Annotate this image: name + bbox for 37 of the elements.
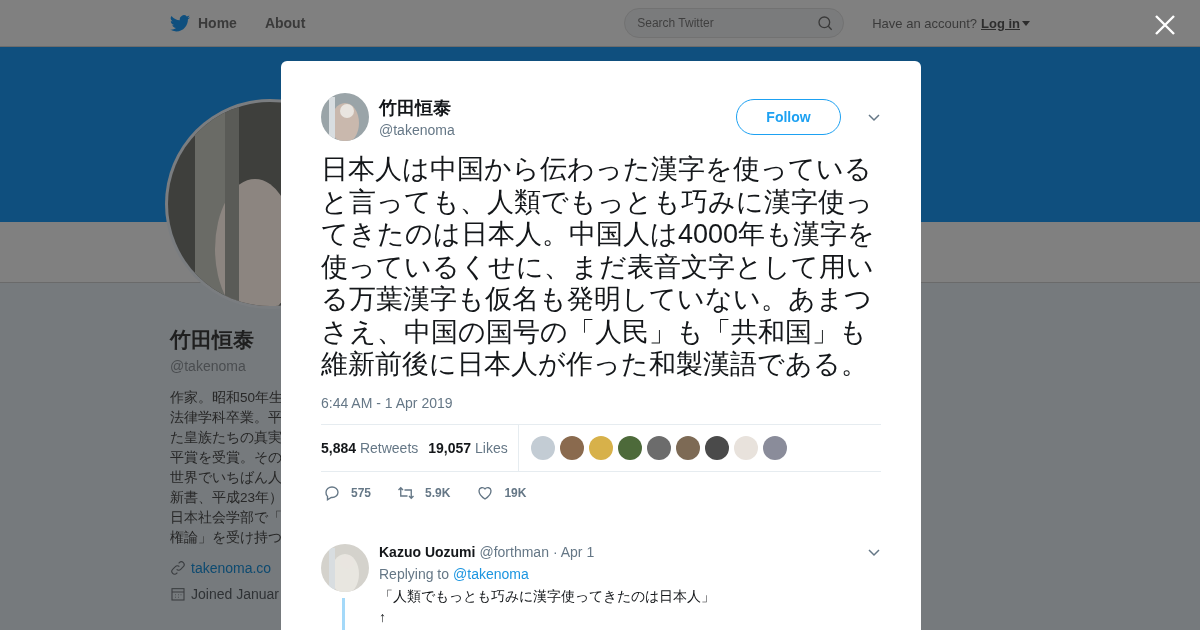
nav-link[interactable]: Home xyxy=(170,14,237,32)
like-count[interactable]: 19,057 Likes xyxy=(428,439,508,456)
link-icon xyxy=(170,560,186,576)
liker-avatar[interactable] xyxy=(617,435,642,460)
mention-link[interactable]: @takenoma xyxy=(453,565,529,582)
follow-button[interactable]: Follow xyxy=(736,99,841,135)
profile-bio: 作家。昭和50年生 法律学科卒業。平 た皇族たちの真実 平賞を受賞。その 世界でいちばん人 新書、平成23年） 日本社会学部で「 権論」を受け持つ xyxy=(170,389,281,547)
like-action[interactable]: 19K xyxy=(476,483,527,502)
reply-date: · Apr 1 xyxy=(552,543,595,560)
reply-text-line: 「人類でもっとも巧みに漢字使ってきたのは日本人」 xyxy=(379,586,716,606)
retweet-count[interactable]: 5,884 Retweets xyxy=(321,439,419,456)
reply-handle: @forthman xyxy=(479,543,549,560)
tweet-text: 日本人は中国から伝わった漢字を使っていると言っても、人類でもっとも巧みに漢字使ってきたのは日本人。中国人は4000年も漢字を使っているくせに、まだ表音文字として用いる万葉漢字も仮名も発明していない。あまつさえ、中国の国号の「人民」も「共和国」も維新前後に日本人が作った和製漢語である。 xyxy=(321,153,877,381)
nav-link[interactable]: About xyxy=(264,15,306,31)
reply-action[interactable]: 575 xyxy=(323,483,372,502)
replying-label: Replying to xyxy=(379,565,450,582)
account-prompt: Have an account? xyxy=(872,15,977,31)
reply-author-name: Kazuo Uozumi xyxy=(379,543,476,560)
liker-avatar[interactable] xyxy=(559,435,584,460)
retweet-action[interactable]: 5.9K xyxy=(397,483,451,502)
search-icon xyxy=(817,15,834,31)
tweet-timestamp: 6:44 AM - 1 Apr 2019 xyxy=(321,394,454,411)
bird-icon xyxy=(170,14,190,32)
reply-text-line: ↑ xyxy=(379,607,387,627)
liker-avatar[interactable] xyxy=(675,435,700,460)
liker-avatar[interactable] xyxy=(704,435,729,460)
author-name: 竹田恒泰 xyxy=(379,97,452,120)
caret-icon xyxy=(1022,20,1030,26)
author-handle: @takenoma xyxy=(379,122,456,138)
speech-bubble-icon xyxy=(323,483,341,502)
login-link[interactable]: Log in xyxy=(981,15,1030,31)
search-field[interactable]: Search Twitter xyxy=(624,8,845,38)
profile-name: 竹田恒泰 xyxy=(170,327,255,353)
calendar-icon xyxy=(170,586,186,602)
liker-avatar[interactable] xyxy=(646,435,671,460)
joined-date: Joined Januar xyxy=(191,586,279,602)
website-link[interactable]: takenoma.co xyxy=(191,560,272,576)
